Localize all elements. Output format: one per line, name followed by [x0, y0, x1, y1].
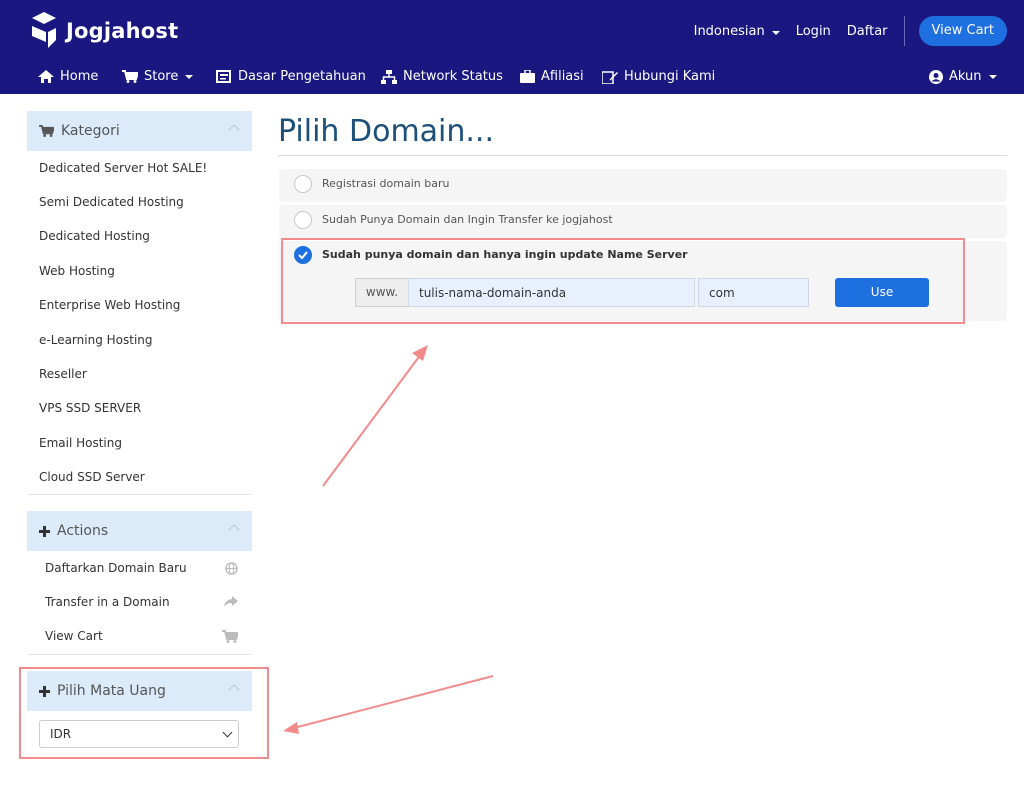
nav-home[interactable]: Home — [38, 69, 98, 84]
nav-store-label: Store — [144, 69, 179, 84]
user-circle-icon — [929, 69, 943, 84]
nav-contact[interactable]: Hubungi Kami — [602, 69, 715, 84]
language-selector[interactable]: Indonesian — [694, 24, 780, 39]
nav-account[interactable]: Akun — [929, 69, 997, 84]
title-divider — [278, 155, 1007, 156]
nav-knowledgebase-label: Dasar Pengetahuan — [238, 69, 366, 84]
category-item[interactable]: Web Hosting — [27, 254, 252, 288]
action-label: Transfer in a Domain — [45, 595, 170, 609]
category-item[interactable]: Dedicated Server Hot SALE! — [27, 151, 252, 185]
actions-title: Actions — [57, 523, 109, 539]
nav-network-status[interactable]: Network Status — [381, 69, 503, 84]
category-item[interactable]: Dedicated Hosting — [27, 219, 252, 253]
home-icon — [38, 70, 54, 83]
page-title: Pilih Domain... — [278, 114, 495, 149]
brand-logo[interactable]: Jogjahost — [30, 10, 178, 52]
edit-icon — [602, 70, 618, 84]
option-transfer-domain[interactable]: Sudah Punya Domain dan Ingin Transfer ke… — [279, 205, 1007, 238]
action-label: View Cart — [45, 629, 103, 643]
radio-button-checked[interactable] — [294, 246, 312, 264]
chevron-up-icon[interactable] — [228, 524, 240, 536]
cart-icon — [39, 125, 54, 137]
login-link[interactable]: Login — [796, 24, 831, 39]
www-prefix: www. — [355, 278, 409, 307]
categories-title: Kategori — [61, 123, 120, 139]
panel-divider — [27, 494, 252, 495]
briefcase-icon — [520, 70, 535, 83]
radio-button[interactable] — [294, 175, 312, 193]
nav-account-label: Akun — [949, 69, 982, 84]
annotation-arrow-left — [283, 675, 494, 734]
action-view-cart[interactable]: View Cart — [27, 619, 252, 653]
nav-home-label: Home — [60, 69, 99, 84]
network-icon — [381, 69, 397, 84]
category-item[interactable]: VPS SSD SERVER — [27, 391, 252, 425]
panel-divider — [27, 654, 252, 655]
action-transfer-domain[interactable]: Transfer in a Domain — [27, 585, 252, 619]
currency-select[interactable]: IDR — [39, 720, 239, 748]
action-label: Daftarkan Domain Baru — [45, 561, 187, 575]
category-item[interactable]: e-Learning Hosting — [27, 323, 252, 357]
nav-contact-label: Hubungi Kami — [624, 69, 716, 84]
option-label: Sudah punya domain dan hanya ingin updat… — [322, 248, 688, 261]
share-arrow-icon — [224, 596, 238, 607]
nav-knowledgebase[interactable]: Dasar Pengetahuan — [216, 69, 366, 84]
chevron-down-icon — [771, 30, 780, 35]
category-item[interactable]: Enterprise Web Hosting — [27, 288, 252, 322]
use-button[interactable]: Use — [835, 278, 929, 307]
cart-icon — [122, 70, 138, 83]
plus-icon — [39, 685, 50, 697]
tld-input[interactable] — [698, 278, 809, 307]
annotation-arrow-up — [322, 345, 428, 487]
chevron-up-icon[interactable] — [228, 684, 240, 696]
currency-panel-header[interactable]: Pilih Mata Uang — [27, 671, 252, 711]
category-item[interactable]: Email Hosting — [27, 426, 252, 460]
option-register-domain[interactable]: Registrasi domain baru — [279, 169, 1007, 202]
category-item[interactable]: Cloud SSD Server — [27, 460, 252, 494]
radio-button[interactable] — [294, 211, 312, 229]
categories-panel-header[interactable]: Kategori — [27, 111, 252, 151]
nav-affiliate-label: Afiliasi — [541, 69, 584, 84]
option-label: Registrasi domain baru — [322, 177, 450, 190]
domain-name-input[interactable] — [408, 278, 695, 307]
book-icon — [216, 69, 231, 83]
chevron-down-icon — [988, 74, 997, 79]
currency-title: Pilih Mata Uang — [57, 683, 166, 699]
globe-icon — [225, 562, 238, 575]
nav-affiliate[interactable]: Afiliasi — [520, 69, 584, 84]
actions-panel-header[interactable]: Actions — [27, 511, 252, 551]
nav-store[interactable]: Store — [122, 69, 194, 84]
view-cart-button[interactable]: View Cart — [918, 16, 1007, 46]
check-icon — [298, 251, 308, 260]
register-link[interactable]: Daftar — [847, 24, 888, 39]
header-divider — [903, 16, 905, 46]
language-label: Indonesian — [693, 23, 765, 39]
plus-icon — [39, 525, 50, 537]
nav-network-status-label: Network Status — [403, 69, 503, 84]
site-header: Jogjahost Indonesian Login Daftar View C… — [0, 0, 1024, 94]
logo-mark-icon — [30, 12, 58, 50]
brand-name: Jogjahost — [66, 19, 179, 43]
top-links: Indonesian Login Daftar View Cart — [694, 16, 1024, 46]
category-item[interactable]: Reseller — [27, 357, 252, 391]
cart-icon — [222, 630, 238, 643]
category-item[interactable]: Semi Dedicated Hosting — [27, 185, 252, 219]
main-nav: Home Store Dasar Pengetahuan Network Sta… — [0, 60, 1024, 94]
chevron-down-icon — [185, 74, 194, 79]
chevron-up-icon[interactable] — [228, 124, 240, 136]
action-register-domain[interactable]: Daftarkan Domain Baru — [27, 551, 252, 585]
option-label: Sudah Punya Domain dan Ingin Transfer ke… — [322, 213, 613, 226]
